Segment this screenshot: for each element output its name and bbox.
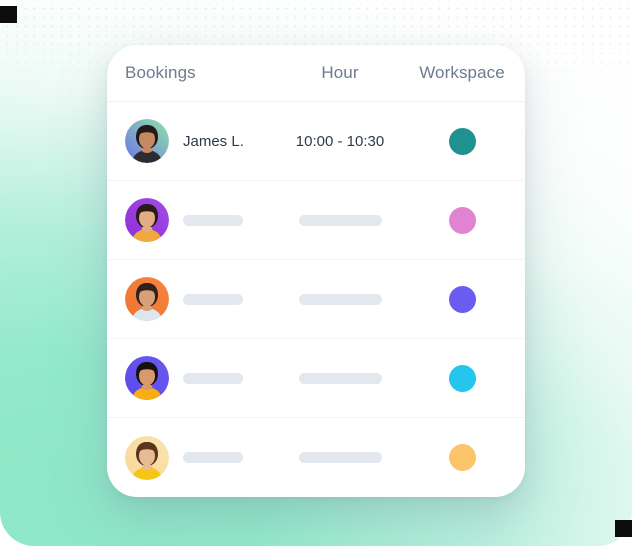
workspace-dot-amber[interactable] [448,444,476,471]
name-skeleton-placeholder [183,452,243,463]
hour-skeleton-placeholder [298,372,382,384]
avatar-person-2 [125,198,169,242]
workspace-dot-cyan[interactable] [448,364,476,392]
table-row[interactable] [107,260,525,339]
bookings-card: Bookings Hour Workspace James L. 10:00 - … [107,45,525,497]
cell-hour [275,214,405,226]
hour-skeleton-placeholder [298,452,382,463]
cell-hour [275,372,405,384]
avatar-james-l [125,119,169,163]
workspace-dot-violet[interactable] [448,285,476,313]
cell-workspace [405,444,525,471]
column-header-workspace: Workspace [419,63,505,82]
table-row[interactable]: James L. 10:00 - 10:30 [107,102,525,181]
hour-skeleton-placeholder [298,293,382,305]
booking-name: James L. [183,132,244,150]
table-header-row: Bookings Hour Workspace [107,45,525,102]
cell-hour: 10:00 - 10:30 [275,133,405,150]
cell-bookings [107,356,275,400]
workspace-dot-pink[interactable] [448,206,476,234]
column-header-hour: Hour [321,63,359,82]
cell-workspace [405,364,525,392]
avatar-person-3 [125,277,169,321]
table-row[interactable] [107,181,525,260]
cell-workspace [405,206,525,234]
avatar-person-4 [125,356,169,400]
cell-bookings [107,435,275,480]
cell-bookings [107,198,275,242]
cell-bookings: James L. [107,119,275,163]
table-row[interactable] [107,339,525,418]
corner-marker-top-left [0,6,17,23]
column-header-bookings: Bookings [125,63,196,82]
cell-hour [275,452,405,463]
bookings-list: James L. 10:00 - 10:30 [107,102,525,497]
table-row[interactable] [107,418,525,497]
workspace-dot-teal[interactable] [448,127,476,155]
cell-workspace [405,127,525,155]
name-skeleton-placeholder [183,214,243,226]
cell-bookings [107,277,275,321]
cell-hour [275,293,405,305]
name-skeleton-placeholder [183,372,243,384]
cell-workspace [405,285,525,313]
avatar-person-5 [125,435,169,480]
hour-skeleton-placeholder [298,214,382,226]
corner-marker-bottom-right [615,520,632,537]
name-skeleton-placeholder [183,293,243,305]
booking-hour: 10:00 - 10:30 [295,132,385,150]
